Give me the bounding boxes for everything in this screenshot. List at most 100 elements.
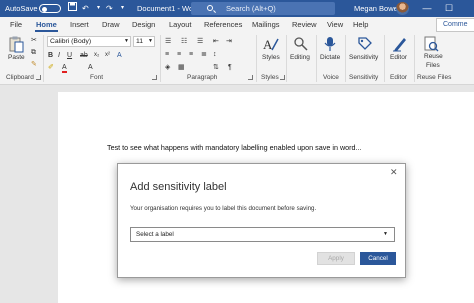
ribbon-tabs: File Home Insert Draw Design Layout Refe… <box>0 17 474 33</box>
font-color-icon[interactable]: A <box>62 63 67 73</box>
save-icon[interactable] <box>68 2 77 15</box>
sensitivity-icon[interactable] <box>357 36 373 55</box>
styles-icon[interactable]: A <box>263 36 279 55</box>
divider <box>256 35 257 82</box>
search-placeholder: Search (Alt+Q) <box>226 4 276 13</box>
autosave-toggle[interactable] <box>39 4 61 13</box>
borders-icon[interactable]: ▦ <box>178 63 185 72</box>
apply-button[interactable]: Apply <box>317 252 355 265</box>
comments-label: Comme <box>443 21 468 28</box>
redo-icon[interactable]: ↷ <box>106 2 113 15</box>
justify-icon[interactable]: ≣ <box>201 50 207 59</box>
reuse-label: Reuse <box>424 53 443 60</box>
subscript-icon[interactable]: x₂ <box>94 51 99 60</box>
italic-icon[interactable]: I <box>58 51 60 60</box>
clipboard-launcher-icon[interactable] <box>36 75 41 80</box>
avatar[interactable] <box>396 2 409 15</box>
paragraph-launcher-icon[interactable] <box>248 75 253 80</box>
voice-group-label: Voice <box>323 74 339 81</box>
divider <box>286 35 287 82</box>
divider <box>160 35 161 82</box>
align-right-icon[interactable]: ≡ <box>189 50 193 59</box>
superscript-icon[interactable]: x² <box>105 51 110 60</box>
cut-icon[interactable]: ✂ <box>31 36 37 45</box>
clear-formatting-icon[interactable]: A <box>88 63 93 72</box>
divider <box>316 35 317 82</box>
maximize-button[interactable]: ☐ <box>440 0 458 17</box>
toggle-knob <box>42 6 47 12</box>
increase-indent-icon[interactable]: ⇥ <box>226 37 232 46</box>
styles-launcher-icon[interactable] <box>280 75 285 80</box>
label-select-value: Select a label <box>136 231 174 238</box>
font-group-label: Font <box>90 74 104 81</box>
minimize-button[interactable]: — <box>418 0 436 17</box>
ribbon: Paste ✂ ⧉ ✎ Clipboard Calibri (Body) ▼ 11… <box>0 33 474 85</box>
undo-dropdown-icon[interactable]: ▾ <box>97 2 100 15</box>
divider <box>384 35 385 82</box>
sensitivity-label-dialog: ✕ Add sensitivity label Your organisatio… <box>117 163 406 278</box>
align-left-icon[interactable]: ≡ <box>165 50 169 59</box>
chevron-down-icon: ▼ <box>148 38 153 44</box>
text-effects-icon[interactable]: A <box>117 51 122 60</box>
font-size-combo[interactable]: 11 ▼ <box>133 36 155 47</box>
line-spacing-icon[interactable]: ↕ <box>213 50 217 59</box>
sort-icon[interactable]: ⇅ <box>213 63 219 72</box>
tab-layout[interactable]: Layout <box>169 17 192 33</box>
show-formatting-icon[interactable]: ¶ <box>228 63 232 72</box>
numbering-icon[interactable]: ☷ <box>181 37 187 46</box>
shading-icon[interactable]: ◈ <box>165 63 170 72</box>
dialog-title: Add sensitivity label <box>130 181 227 193</box>
close-icon[interactable]: ✕ <box>390 167 398 178</box>
underline-icon[interactable]: U <box>67 51 72 60</box>
svg-text:A: A <box>263 37 273 52</box>
dictate-label: Dictate <box>320 54 341 61</box>
files-label: Files <box>426 62 440 69</box>
strikethrough-icon[interactable]: ab <box>80 51 88 60</box>
editing-icon[interactable] <box>293 36 309 55</box>
tab-insert[interactable]: Insert <box>70 17 89 33</box>
font-name-value: Calibri (Body) <box>50 38 92 45</box>
format-painter-icon[interactable]: ✎ <box>31 60 37 69</box>
undo-icon[interactable]: ↶ <box>82 2 89 15</box>
editor-icon[interactable] <box>392 36 408 55</box>
paste-label: Paste <box>8 54 25 61</box>
highlight-icon[interactable]: ✐ <box>48 63 54 72</box>
paragraph-group-label: Paragraph <box>187 74 218 81</box>
editing-label: Editing <box>290 54 310 61</box>
divider <box>414 35 415 82</box>
chevron-down-icon: ▼ <box>124 38 129 44</box>
styles-label: Styles <box>262 54 280 61</box>
label-select[interactable]: Select a label ▼ <box>130 227 395 242</box>
microphone-icon[interactable] <box>323 36 337 55</box>
document-body-text[interactable]: Test to see what happens with mandatory … <box>107 143 362 152</box>
bullets-icon[interactable]: ☰ <box>165 37 171 46</box>
multilevel-list-icon[interactable]: ☰ <box>197 37 203 46</box>
customize-qat-icon[interactable]: ▾ <box>121 2 124 15</box>
copy-icon[interactable]: ⧉ <box>31 48 36 57</box>
autosave-label: AutoSave <box>5 4 38 13</box>
tab-references[interactable]: References <box>204 17 242 33</box>
tab-file[interactable]: File <box>10 17 22 33</box>
dialog-message: Your organisation requires you to label … <box>130 205 317 212</box>
tab-mailings[interactable]: Mailings <box>252 17 280 33</box>
tab-design[interactable]: Design <box>132 17 155 33</box>
font-launcher-icon[interactable] <box>152 75 157 80</box>
tab-review[interactable]: Review <box>292 17 317 33</box>
chevron-down-icon: ▼ <box>383 231 388 237</box>
align-center-icon[interactable]: ≡ <box>177 50 181 59</box>
editor-group-label: Editor <box>390 74 407 81</box>
user-name: Megan Bowen <box>354 4 402 13</box>
search-box[interactable]: Search (Alt+Q) <box>191 2 335 15</box>
paste-icon[interactable] <box>9 36 24 56</box>
comments-button[interactable]: Comme <box>436 18 474 32</box>
bold-icon[interactable]: B <box>48 51 53 60</box>
decrease-indent-icon[interactable]: ⇤ <box>213 37 219 46</box>
tab-draw[interactable]: Draw <box>102 17 120 33</box>
sensitivity-label: Sensitivity <box>349 54 379 61</box>
tab-home[interactable]: Home <box>35 17 58 33</box>
font-name-combo[interactable]: Calibri (Body) ▼ <box>47 36 131 47</box>
cancel-button[interactable]: Cancel <box>360 252 396 265</box>
tab-help[interactable]: Help <box>353 17 368 33</box>
tab-view[interactable]: View <box>327 17 343 33</box>
reuse-files-group-label: Reuse Files <box>417 74 452 81</box>
